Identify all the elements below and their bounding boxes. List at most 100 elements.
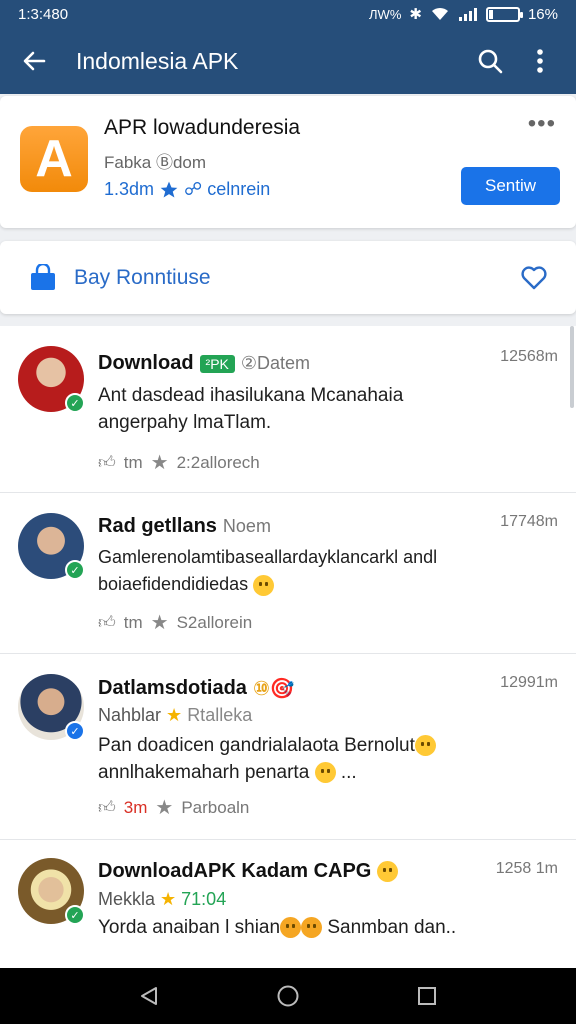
- star-icon[interactable]: ★: [155, 795, 173, 820]
- system-nav-bar: [0, 968, 576, 1024]
- post-text-segment: ...: [340, 762, 357, 783]
- post-author-sub: Noem: [222, 516, 271, 536]
- smile-emoji-icon: [253, 574, 275, 596]
- like-icon[interactable]: 👍︎: [98, 797, 116, 818]
- post-text-line: Yorda anaiban l shian Sanmban dan..: [98, 914, 538, 941]
- stat-text: Parboaln: [181, 797, 250, 817]
- post-text-segment: boiaefidendidiedas: [98, 574, 249, 594]
- smile-emoji-icon: [414, 735, 436, 757]
- post-subline: Mekkla ★ 71:04: [98, 889, 226, 910]
- install-button[interactable]: Sentiw: [461, 167, 560, 205]
- like-icon[interactable]: 👍︎: [98, 452, 116, 473]
- post-text-line: Pan doadicen gandrialalaota Bernolut: [98, 732, 538, 759]
- post-author-sub: ②Datem: [240, 353, 311, 373]
- wifi-icon: [431, 7, 448, 20]
- buy-label: Bay Ronntiuse: [74, 265, 211, 289]
- subline-text: Nahblar: [98, 705, 162, 725]
- shopping-bag-icon: [31, 263, 55, 290]
- apk-badge: ²PK: [199, 354, 235, 373]
- post-time: 12568m: [500, 348, 558, 365]
- app-meta-tail: celnrein: [207, 179, 271, 199]
- app-icon[interactable]: A: [20, 126, 88, 192]
- post-stats: 👍︎ 3m ★ Parboaln: [98, 795, 249, 820]
- list-item[interactable]: ✓ Datlamsdotiada ⑩🎯 12991m Nahblar ★ Rta…: [0, 654, 576, 840]
- recents-square-icon[interactable]: [416, 985, 438, 1007]
- post-author: Datlamsdotiada ⑩🎯: [98, 676, 295, 701]
- network-label: ЛW%: [369, 6, 402, 22]
- back-triangle-icon[interactable]: [138, 985, 160, 1007]
- app-developer: Fabka Ⓑdom: [104, 153, 207, 172]
- stat-text: S2allorein: [176, 612, 253, 632]
- post-text-segment: Pan doadicen gandrialalaota Bernolut: [98, 735, 415, 756]
- post-text-line: annlhakemaharh penarta ...: [98, 759, 538, 786]
- list-item[interactable]: ✓ DownloadAPK Kadam CAPG 1258 1m Mekkla …: [0, 840, 576, 970]
- star-icon[interactable]: ★: [151, 450, 169, 475]
- post-text-line: Gamlerenolamtibaseallardayklancarkl andl: [98, 547, 438, 567]
- avatar[interactable]: ✓: [18, 346, 85, 413]
- post-stats: 👍︎ tm ★ 2:2allorech: [98, 450, 260, 475]
- post-stats: 👍︎ tm ★ S2allorein: [98, 610, 252, 635]
- post-text: Pan doadicen gandrialalaota Bernolut ann…: [98, 732, 538, 786]
- app-bar: Indomlesia APK: [0, 28, 576, 94]
- post-text: Gamlerenolamtibaseallardayklancarkl andl…: [98, 544, 564, 598]
- home-circle-icon[interactable]: [276, 984, 300, 1008]
- post-author: Download ²PK ②Datem: [98, 352, 310, 375]
- battery-icon: [485, 6, 523, 22]
- post-text: Ant dasdead ihasilukana Mcanahaia angerp…: [98, 382, 538, 436]
- status-icons: ЛW% ✱ 16%: [369, 5, 558, 24]
- card-more-button[interactable]: •••: [528, 110, 556, 138]
- verified-check-icon: ✓: [65, 905, 85, 925]
- post-author: DownloadAPK Kadam CAPG: [98, 860, 399, 883]
- post-feed[interactable]: ✓ Download ²PK ②Datem 12568m Ant dasdead…: [0, 326, 576, 970]
- smile-emoji-icon: [314, 762, 336, 784]
- app-rating: 1.3dm: [104, 179, 155, 199]
- star-icon: [160, 181, 178, 197]
- more-options-button[interactable]: [520, 41, 560, 81]
- like-count: tm: [123, 452, 143, 472]
- like-count: tm: [123, 612, 143, 632]
- post-time: 1258 1m: [495, 860, 558, 877]
- post-text-segment: Sanmban dan..: [327, 917, 457, 938]
- list-item[interactable]: ✓ Rad getllans Noem 17748m Gamlerenolamt…: [0, 493, 576, 654]
- page-title: Indomlesia APK: [76, 47, 239, 74]
- signal-icon: [458, 8, 477, 21]
- stat-text: 2:2allorech: [176, 452, 260, 472]
- status-bar: 1:3:480 ЛW% ✱ 16%: [0, 0, 576, 28]
- avatar[interactable]: ✓: [18, 513, 85, 580]
- subline-text: Rtalleka: [187, 705, 253, 725]
- search-button[interactable]: [470, 41, 510, 81]
- bluetooth-icon: ✱: [409, 6, 422, 23]
- grin-emoji-icon: [377, 861, 399, 882]
- verified-check-icon: ✓: [65, 393, 85, 413]
- back-arrow-icon: [23, 51, 46, 71]
- back-button[interactable]: [16, 43, 52, 79]
- app-meta: 1.3dm ☍ celnrein: [104, 179, 270, 200]
- post-text-line: boiaefidendidiedas: [98, 571, 564, 598]
- post-time: 12991m: [500, 674, 558, 691]
- battery-percent: 16%: [527, 5, 558, 23]
- list-item[interactable]: ✓ Download ²PK ②Datem 12568m Ant dasdead…: [0, 326, 576, 493]
- subline-text: Mekkla: [98, 889, 156, 909]
- star-icon[interactable]: ★: [151, 610, 169, 635]
- post-text-segment: annlhakemaharh penarta: [98, 762, 310, 783]
- like-icon[interactable]: 👍︎: [98, 612, 116, 633]
- buy-card[interactable]: Bay Ronntiuse: [0, 241, 576, 314]
- smile-emoji-icon: [280, 917, 302, 939]
- star-icon: ★: [160, 889, 177, 909]
- app-name: APR lowadunderesia: [104, 116, 301, 139]
- post-author: Rad getllans Noem: [98, 515, 271, 538]
- heart-icon[interactable]: [520, 265, 548, 291]
- more-vert-icon: [537, 49, 543, 73]
- subline-text: 71:04: [181, 889, 227, 909]
- avatar[interactable]: ✓: [18, 674, 85, 741]
- post-text-segment: Yorda anaiban l shian: [98, 917, 281, 938]
- app-card: A APR lowadunderesia Fabka Ⓑdom 1.3dm ☍ …: [0, 96, 576, 228]
- post-author-name: Rad getllans: [98, 515, 217, 537]
- post-text-line: Ant dasdead ihasilukana Mcanahaia: [98, 385, 404, 406]
- post-subline: Nahblar ★ Rtalleka: [98, 705, 252, 726]
- post-author-name: Datlamsdotiada: [98, 677, 247, 699]
- avatar[interactable]: ✓: [18, 858, 85, 925]
- status-time: 1:3:480: [18, 5, 69, 23]
- post-author-name: Download: [98, 352, 194, 374]
- name-emoji: ⑩🎯: [252, 678, 295, 700]
